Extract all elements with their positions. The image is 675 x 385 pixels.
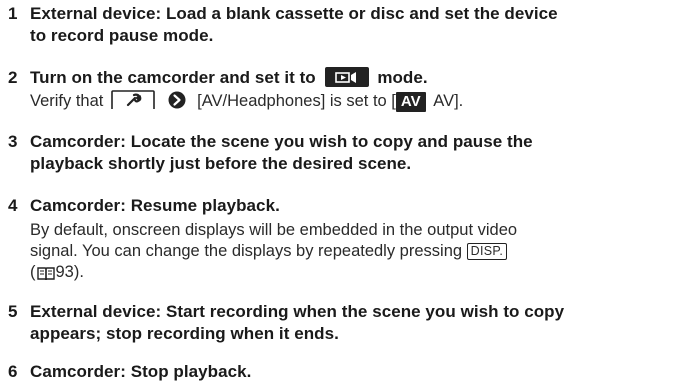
step-2: 2 Turn on the camcorder and set it to mo… bbox=[8, 67, 668, 115]
step-heading-line: playback shortly just before the desired… bbox=[30, 154, 412, 173]
step-1: 1 External device: Load a blank cassette… bbox=[8, 3, 668, 47]
step-number: 6 bbox=[8, 362, 18, 381]
step-heading: External device: Start recording when th… bbox=[30, 301, 668, 345]
step-heading-text: mode. bbox=[377, 68, 428, 87]
step-heading-text: Turn on the camcorder and set it to bbox=[30, 68, 316, 87]
step-body-text: AV]. bbox=[429, 92, 464, 110]
step-number: 4 bbox=[8, 196, 18, 215]
step-number: 2 bbox=[8, 68, 18, 87]
step-4: 4 Camcorder: Resume playback. By default… bbox=[8, 195, 668, 288]
step-body-text: Verify that bbox=[30, 92, 104, 110]
step-body-line: signal. You can change the displays by r… bbox=[30, 241, 668, 262]
step-heading-line: appears; stop recording when it ends. bbox=[30, 324, 339, 343]
step-heading: Camcorder: Stop playback. bbox=[30, 362, 252, 381]
step-heading-line: External device: Start recording when th… bbox=[30, 302, 565, 321]
disp-button-label: DISP. bbox=[466, 243, 508, 260]
book-icon bbox=[36, 266, 56, 288]
step-body-line: By default, onscreen displays will be em… bbox=[30, 221, 518, 239]
step-3: 3 Camcorder: Locate the scene you wish t… bbox=[8, 131, 668, 175]
step-body-text: [AV/Headphones] is set to [ bbox=[197, 92, 396, 110]
playback-mode-icon bbox=[324, 67, 369, 87]
step-body: Verify that [AV/Headphones] is set to [A… bbox=[30, 90, 668, 115]
step-heading-line: to record pause mode. bbox=[30, 26, 214, 45]
step-6: 6 Camcorder: Stop playback. bbox=[8, 361, 668, 383]
step-number: 1 bbox=[8, 4, 18, 23]
step-heading: Camcorder: Resume playback. bbox=[30, 196, 280, 215]
chevron-right-icon bbox=[167, 91, 187, 115]
av-badge: AV bbox=[395, 92, 426, 112]
step-heading: Camcorder: Locate the scene you wish to … bbox=[30, 131, 668, 175]
step-body: By default, onscreen displays will be em… bbox=[30, 220, 668, 288]
wrench-tab-icon bbox=[111, 90, 155, 110]
step-heading-line: External device: Load a blank cassette o… bbox=[30, 4, 558, 23]
step-heading: External device: Load a blank cassette o… bbox=[30, 3, 668, 47]
step-heading-line: Camcorder: Locate the scene you wish to … bbox=[30, 132, 533, 151]
step-body-text: ). bbox=[73, 263, 84, 281]
step-heading: Turn on the camcorder and set it to mode… bbox=[30, 67, 668, 89]
page-reference: 93 bbox=[55, 263, 74, 281]
step-body-line: (93). bbox=[30, 262, 668, 288]
step-number: 5 bbox=[8, 302, 18, 321]
step-body-text: signal. You can change the displays by r… bbox=[30, 242, 463, 260]
step-number: 3 bbox=[8, 132, 18, 151]
step-5: 5 External device: Start recording when … bbox=[8, 301, 668, 345]
